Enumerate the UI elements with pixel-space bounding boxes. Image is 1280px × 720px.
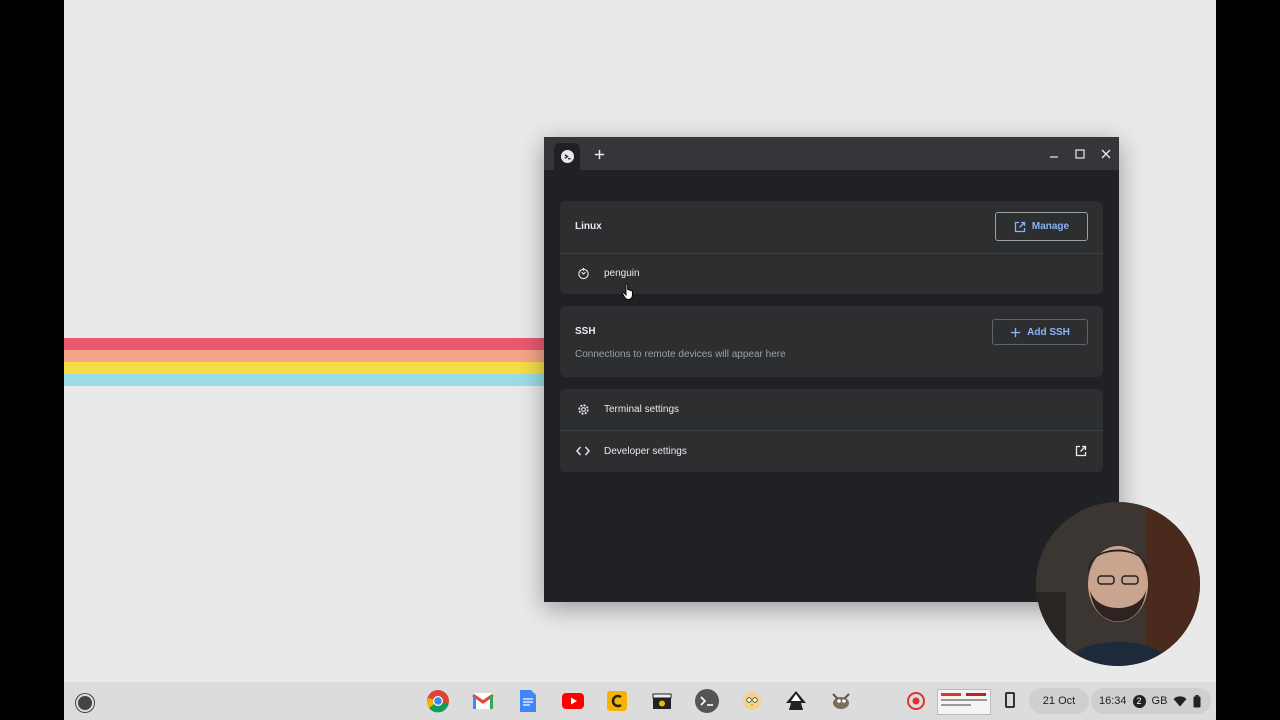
terminal-settings-label: Terminal settings [604,404,680,415]
terminal-settings-row[interactable]: Terminal settings [560,389,1103,430]
linux-header: Linux [575,221,602,232]
title-bar[interactable] [544,137,1119,170]
ssh-card: SSH Add SSH Connections to remote device… [560,306,1103,377]
maximize-button[interactable] [1071,145,1089,163]
penguin-status-icon [576,266,590,280]
chrome-app[interactable] [426,689,450,713]
wifi-icon [1173,695,1187,706]
ssh-header: SSH [575,326,596,337]
youtube-app[interactable] [561,689,585,713]
time-label: 16:34 [1099,695,1127,707]
terminal-tab-icon [560,150,574,163]
close-button[interactable] [1097,145,1115,163]
wallpaper-stripe-red [64,338,544,350]
wallpaper-stripe-cyan [64,374,544,386]
inkscape-app[interactable] [784,689,808,713]
holding-space-thumbnail[interactable] [937,689,991,715]
linux-card: Linux Manage penguin [560,201,1103,294]
gmail-icon [472,693,494,709]
minimize-icon [1050,156,1058,158]
inkscape-icon [786,691,806,710]
developer-settings-row[interactable]: Developer settings [560,431,1103,472]
presenter-video-image [1036,502,1200,666]
screen-record-button[interactable] [907,692,925,710]
developer-settings-label: Developer settings [604,446,687,457]
youtube-icon [562,693,584,709]
terminal-icon [700,696,713,706]
open-external-icon[interactable] [1074,444,1088,458]
hand-cursor-icon [622,283,633,300]
clapper-app[interactable] [650,689,674,713]
new-tab-button[interactable] [590,145,608,163]
container-name: penguin [604,268,640,279]
close-icon [1101,149,1111,159]
manage-button[interactable]: Manage [995,212,1088,241]
add-ssh-button[interactable]: Add SSH [992,319,1088,345]
terminal-app[interactable] [695,689,719,713]
maximize-icon [1075,149,1085,159]
gimp-icon [832,693,850,709]
webcam-overlay [1036,502,1200,666]
manage-label: Manage [1031,221,1070,232]
wallpaper-stripe-orange [64,350,544,362]
network-label: GB [1151,695,1168,707]
clapper-icon [652,693,672,709]
chrome-icon [427,690,449,713]
owl-app-icon [743,692,761,710]
recording-thumbnail-image [941,693,987,706]
gear-icon [576,402,590,416]
phone-hub-icon[interactable] [1005,692,1015,708]
wallpaper-stripe-yellow [64,362,544,374]
date-pill[interactable]: 21 Oct [1029,688,1089,714]
add-ssh-label: Add SSH [1027,326,1070,338]
docs-icon [520,690,536,712]
battery-icon [1193,694,1201,707]
docs-app[interactable] [516,689,540,713]
plus-icon [1011,327,1021,337]
minimize-button[interactable] [1045,145,1063,163]
settings-card: Terminal settings Developer settings [560,389,1103,472]
gmail-app[interactable] [471,689,495,713]
app-c[interactable] [605,689,629,713]
open-external-icon [1014,221,1026,232]
container-penguin[interactable]: penguin [560,254,1103,294]
launcher-button[interactable] [76,694,94,712]
shelf: 21 Oct 16:34 2 GB [64,682,1216,720]
gimp-app[interactable] [829,689,853,713]
terminal-window: Linux Manage penguin SSH Add SSH Connect… [544,137,1119,602]
ssh-empty-text: Connections to remote devices will appea… [575,349,786,360]
app-c-icon [607,691,627,711]
code-icon [576,444,590,458]
plus-icon [594,149,604,159]
date-label: 21 Oct [1042,695,1076,707]
status-area[interactable]: 16:34 2 GB [1091,688,1211,714]
owl-app[interactable] [740,689,764,713]
record-icon [912,697,920,705]
notification-badge: 2 [1132,694,1146,708]
terminal-home-tab[interactable] [554,143,580,170]
